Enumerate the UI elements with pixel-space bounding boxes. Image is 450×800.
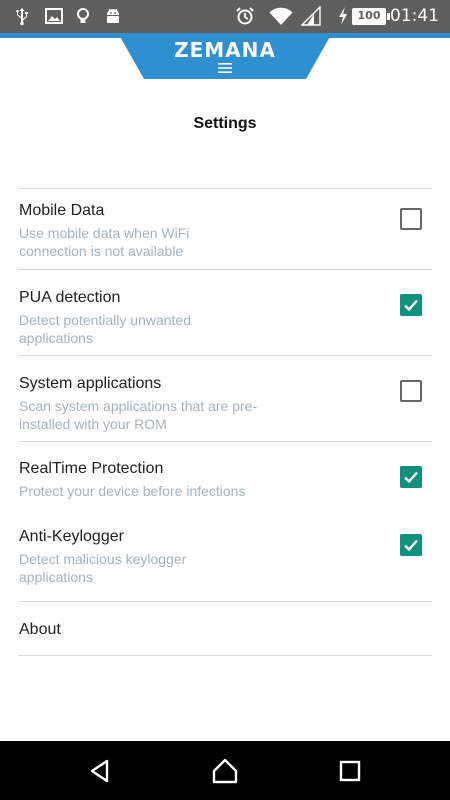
checkmark-icon	[404, 539, 418, 552]
setting-subtitle: Detect malicious keylogger applications	[19, 551, 187, 585]
pua-detection-checkbox[interactable]	[400, 294, 422, 316]
setting-row-anti-keylogger[interactable]: Anti-Keylogger Detect malicious keylogge…	[18, 510, 432, 601]
realtime-protection-checkbox[interactable]	[400, 466, 422, 488]
page-title: Settings	[193, 115, 257, 132]
setting-title: System applications	[19, 375, 162, 392]
about-label: About	[19, 621, 61, 638]
setting-row-mobile-data[interactable]: Mobile Data Use mobile data when WiFi co…	[18, 189, 432, 269]
clock-time: 01:41	[390, 6, 439, 26]
setting-title: Mobile Data	[19, 202, 105, 219]
setting-row-realtime-protection[interactable]: RealTime Protection Protect your device …	[18, 442, 432, 510]
usb-icon	[16, 8, 28, 26]
android-icon	[107, 8, 119, 23]
home-icon[interactable]	[211, 757, 239, 785]
brand-logo: ZEMANA	[174, 38, 276, 62]
wifi-icon	[269, 7, 293, 25]
status-bar: 100 01:41	[0, 0, 450, 33]
image-icon	[45, 8, 63, 24]
alarm-icon	[236, 7, 254, 25]
recents-icon[interactable]	[336, 757, 364, 785]
menu-icon[interactable]	[217, 62, 233, 74]
about-item[interactable]: About	[18, 602, 432, 655]
setting-title: PUA detection	[19, 289, 121, 306]
back-icon[interactable]	[86, 757, 114, 785]
setting-row-pua-detection[interactable]: PUA detection Detect potentially unwante…	[18, 270, 432, 355]
checkmark-icon	[404, 299, 418, 312]
setting-title: RealTime Protection	[19, 460, 164, 477]
setting-row-system-applications[interactable]: System applications Scan system applicat…	[18, 356, 432, 441]
divider	[18, 655, 432, 656]
setting-subtitle: Scan system applications that are pre-in…	[19, 398, 258, 432]
setting-title: Anti-Keylogger	[19, 528, 124, 545]
checkmark-icon	[404, 471, 418, 484]
setting-subtitle: Use mobile data when WiFi connection is …	[19, 225, 190, 259]
signal-icon	[301, 6, 321, 26]
battery-icon: 100	[352, 8, 390, 25]
system-applications-checkbox[interactable]	[400, 380, 422, 402]
setting-subtitle: Protect your device before infections	[19, 483, 246, 499]
settings-list: Mobile Data Use mobile data when WiFi co…	[18, 188, 432, 656]
lightbulb-icon	[77, 8, 89, 23]
anti-keylogger-checkbox[interactable]	[400, 534, 422, 556]
navigation-bar	[0, 741, 450, 800]
charging-icon	[339, 7, 347, 25]
setting-subtitle: Detect potentially unwanted applications	[19, 312, 191, 346]
mobile-data-checkbox[interactable]	[400, 208, 422, 230]
app-header: ZEMANA	[118, 33, 332, 79]
